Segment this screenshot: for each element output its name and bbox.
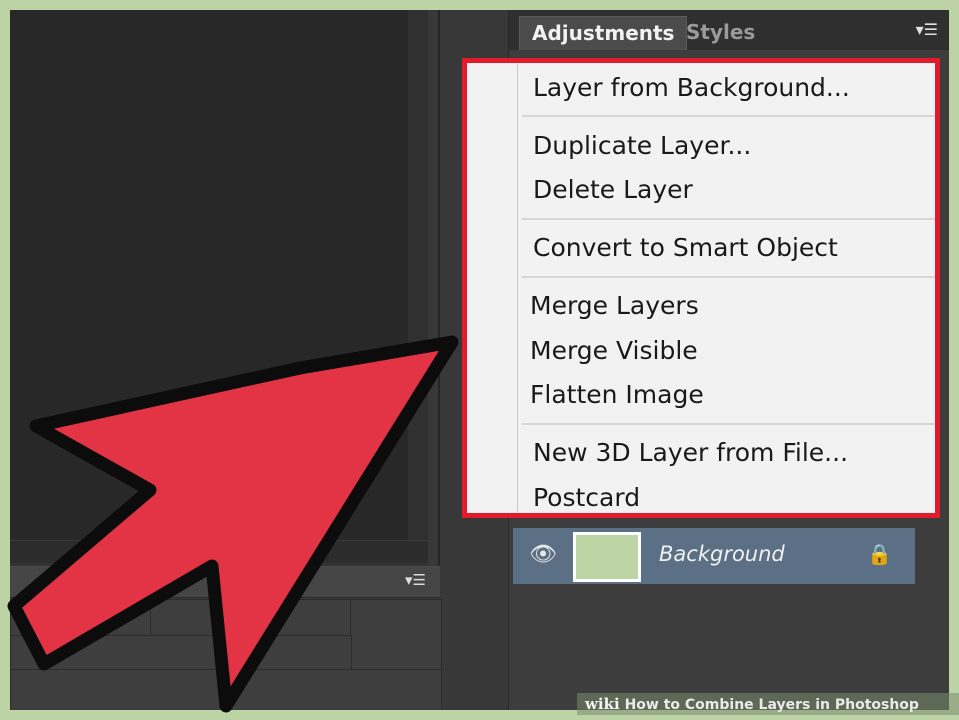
canvas-vertical-scrollbar[interactable] xyxy=(408,10,428,540)
menu-separator xyxy=(522,276,935,278)
menu-separator xyxy=(522,115,935,117)
panel-cell xyxy=(10,669,442,710)
layer-context-menu: Layer from Background... Duplicate Layer… xyxy=(462,58,940,518)
menu-item-delete-layer[interactable]: Delete Layer xyxy=(533,175,693,204)
canvas-horizontal-scrollbar[interactable] xyxy=(10,540,428,563)
lower-panel-header: ▾☰ xyxy=(10,567,440,598)
document-canvas xyxy=(10,10,408,540)
tab-adjustments[interactable]: Adjustments xyxy=(519,16,688,50)
menu-icon-gutter xyxy=(517,63,518,513)
menu-separator xyxy=(522,218,935,220)
menu-item-merge-visible[interactable]: Merge Visible xyxy=(530,336,698,365)
menu-item-layer-from-background[interactable]: Layer from Background... xyxy=(533,73,850,102)
menu-item-flatten-image[interactable]: Flatten Image xyxy=(530,380,704,409)
menu-item-duplicate-layer[interactable]: Duplicate Layer... xyxy=(533,131,751,160)
panel-cell xyxy=(150,599,352,637)
menu-separator xyxy=(522,423,935,425)
lower-left-panel: ▾☰ xyxy=(10,566,442,710)
lower-panel-grid xyxy=(10,599,442,710)
layer-name: Background xyxy=(659,542,785,566)
panel-cell xyxy=(10,599,152,637)
menu-item-convert-to-smart-object[interactable]: Convert to Smart Object xyxy=(533,233,838,262)
panel-tab-bar: Adjustments Styles ▾☰ xyxy=(509,10,949,50)
lock-icon: 🔒 xyxy=(867,542,892,566)
menu-item-postcard[interactable]: Postcard xyxy=(533,483,640,512)
panel-cell xyxy=(10,635,352,671)
layer-thumbnail xyxy=(573,532,641,582)
layer-row-background[interactable]: 👁 Background 🔒 xyxy=(513,528,915,584)
eye-icon[interactable]: 👁 xyxy=(529,542,557,567)
menu-item-merge-layers[interactable]: Merge Layers xyxy=(530,291,699,320)
panel-cell xyxy=(350,599,442,671)
footer-brand: wiki xyxy=(585,695,620,713)
lower-panel-menu-icon[interactable]: ▾☰ xyxy=(405,571,426,589)
panel-menu-icon[interactable]: ▾☰ xyxy=(916,20,938,39)
footer-caption: wiki How to Combine Layers in Photoshop xyxy=(577,693,959,715)
tab-styles[interactable]: Styles xyxy=(674,16,767,50)
menu-item-new-3d-layer-from-file[interactable]: New 3D Layer from File... xyxy=(533,438,848,467)
footer-title: How to Combine Layers in Photoshop xyxy=(624,697,919,713)
